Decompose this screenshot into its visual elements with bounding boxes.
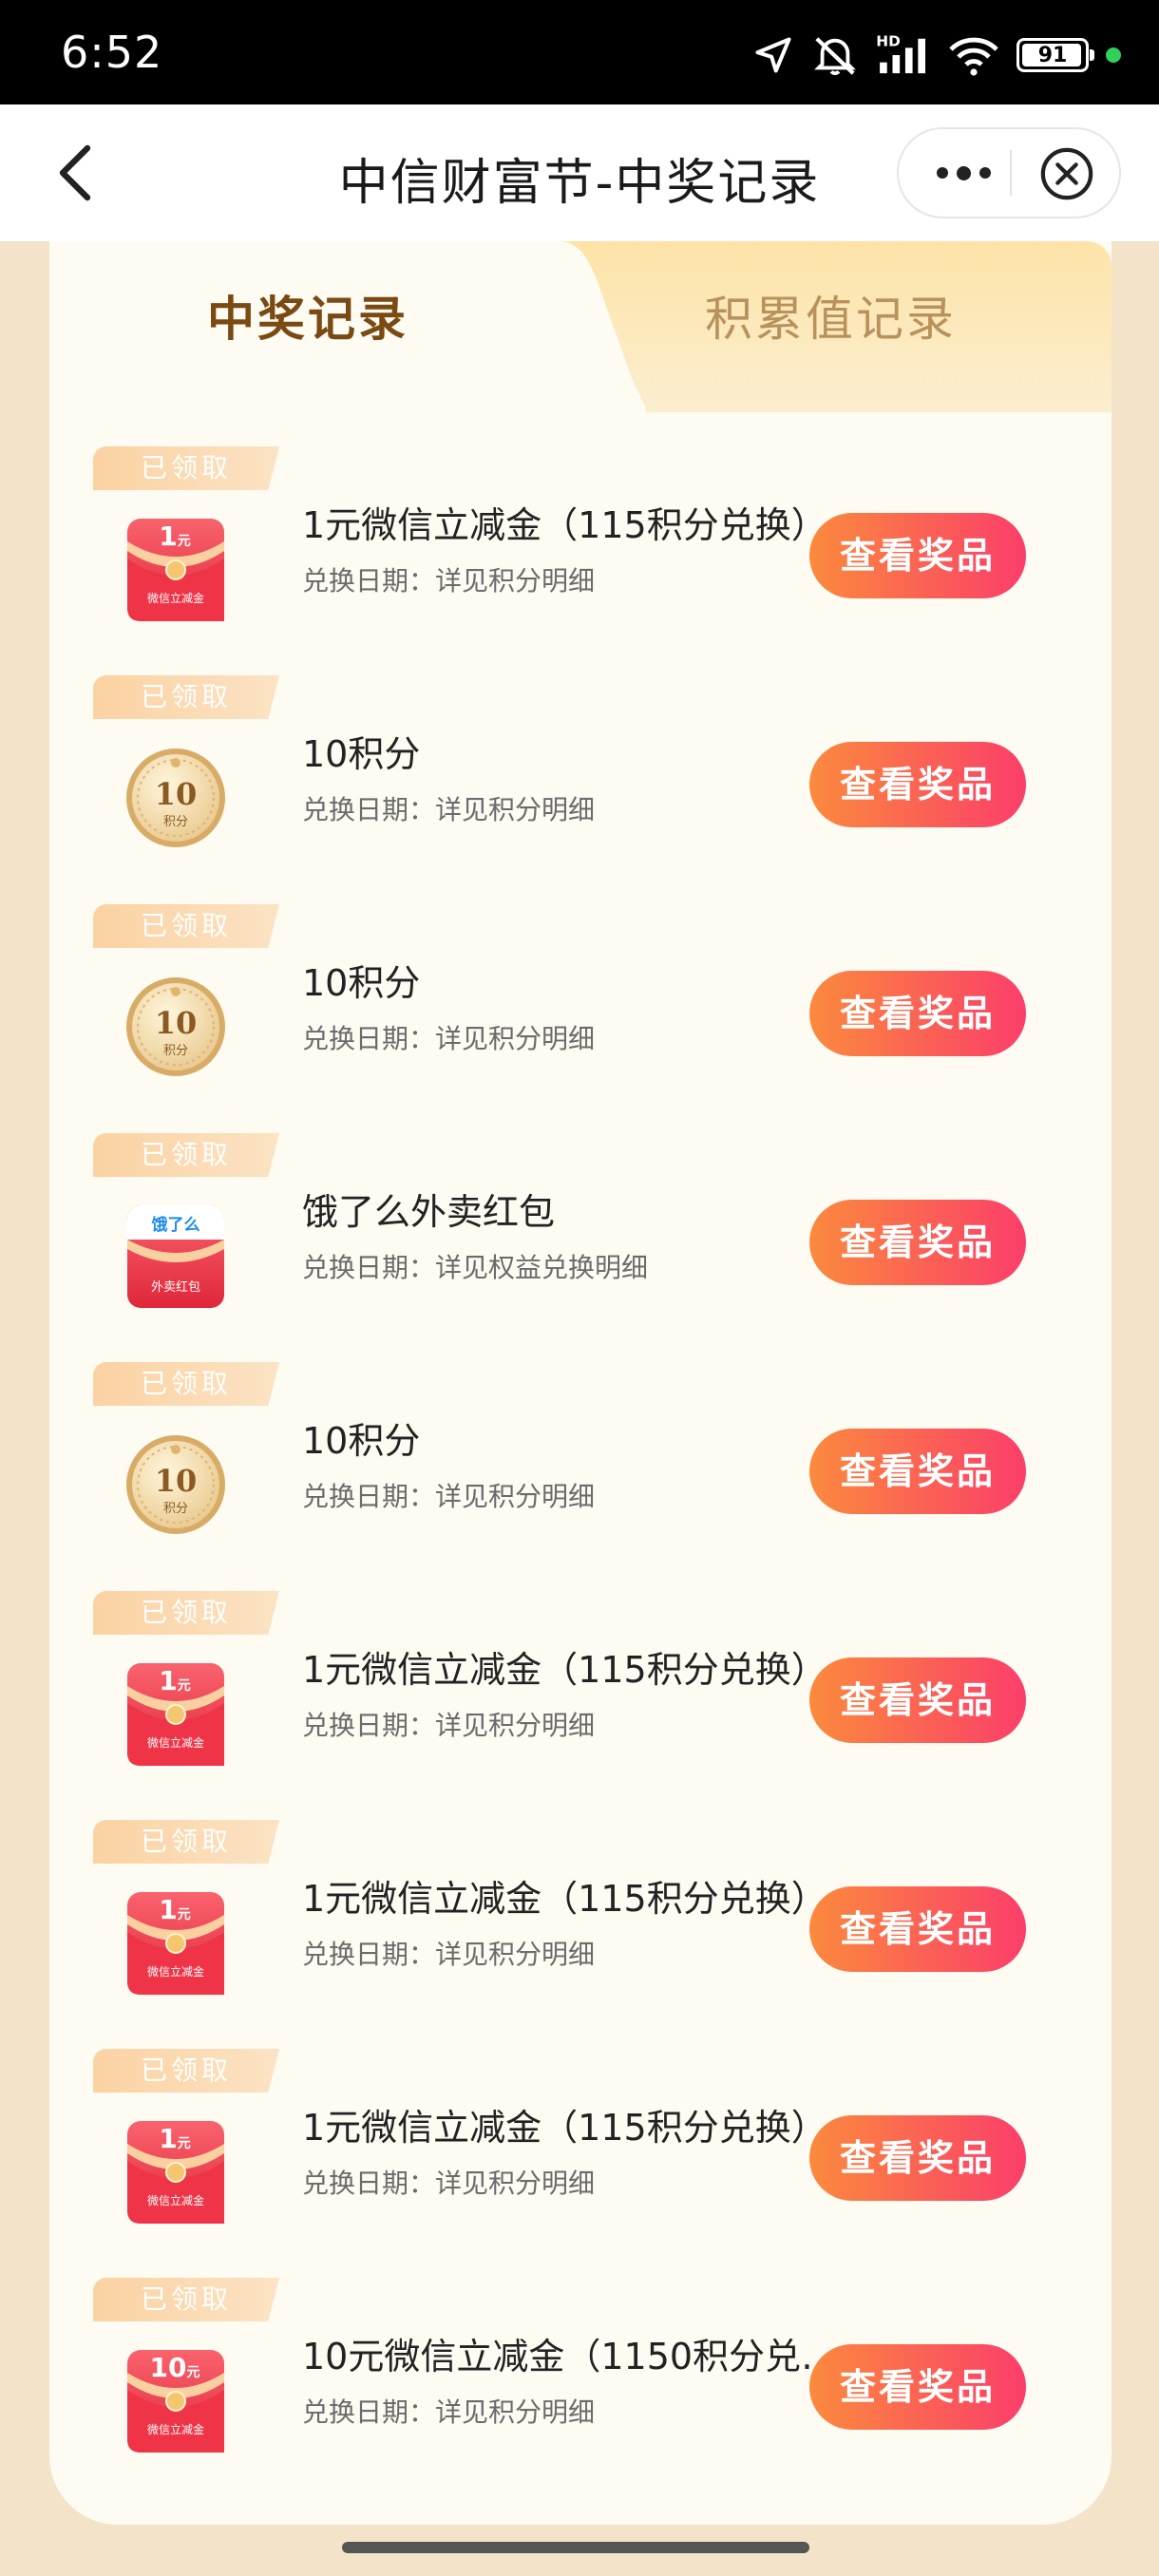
- status-icons: HD 91: [752, 28, 1121, 82]
- view-prize-button[interactable]: 查看奖品: [809, 513, 1026, 598]
- view-prize-button[interactable]: 查看奖品: [809, 1200, 1026, 1285]
- points-coin-icon: 10 积分: [124, 742, 228, 854]
- record-title: 10元微信立减金（1150积分兑换）: [302, 2336, 872, 2377]
- brand-logo-text: 饿了么: [151, 1215, 200, 1235]
- record-title: 1元微信立减金（115积分兑换）: [302, 504, 827, 546]
- more-menu-icon[interactable]: [923, 129, 1003, 217]
- prize-caption: 外卖红包: [151, 1279, 200, 1295]
- location-icon: [755, 37, 791, 73]
- wifi-icon: [949, 37, 998, 76]
- miniapp-capsule: [897, 127, 1121, 218]
- claimed-badge: 已领取: [93, 1133, 279, 1177]
- prize-unit: 元: [178, 2136, 191, 2151]
- record-date: 兑换日期：详见积分明细: [302, 2396, 596, 2428]
- record-date: 兑换日期：详见积分明细: [302, 565, 596, 597]
- claimed-badge: 已领取: [93, 1362, 279, 1406]
- network-hd-label: HD: [876, 33, 901, 49]
- record-row: 已领取 1元 微信立减金 1元微信立减金（115积分兑换） 兑换日期：详见积分明…: [49, 2049, 1112, 2278]
- prize-caption: 微信立减金: [147, 1735, 204, 1750]
- prize-caption: 积分: [163, 815, 188, 829]
- claimed-badge: 已领取: [93, 1591, 279, 1635]
- record-row: 已领取 10元 微信立减金 10元微信立减金（1150积分兑换） 兑换日期：详见…: [49, 2278, 1112, 2507]
- record-date: 兑换日期：详见积分明细: [302, 794, 596, 825]
- points-coin-icon: 10 积分: [124, 1429, 228, 1541]
- record-date: 兑换日期：详见积分明细: [302, 1710, 596, 1741]
- wechat-red-envelope-icon: 1元 微信立减金: [124, 2115, 228, 2227]
- cellular-signal-icon: HD: [876, 33, 925, 74]
- record-row: 已领取 饿了么 外卖红包 饿了么外卖红包 兑换日期：详见权益兑换明细 查看奖品: [49, 1133, 1112, 1362]
- prize-caption: 微信立减金: [147, 2193, 204, 2207]
- wechat-red-envelope-icon: 1元 微信立减金: [124, 1657, 228, 1770]
- view-prize-button[interactable]: 查看奖品: [809, 742, 1026, 827]
- view-prize-button[interactable]: 查看奖品: [809, 1886, 1026, 1972]
- close-icon[interactable]: [1039, 146, 1094, 201]
- prize-caption: 积分: [163, 1044, 188, 1058]
- wechat-red-envelope-icon: 10元 微信立减金: [124, 2344, 228, 2456]
- view-prize-button[interactable]: 查看奖品: [809, 971, 1026, 1056]
- prize-unit: 元: [178, 1907, 191, 1923]
- prize-caption: 微信立减金: [147, 591, 204, 605]
- claimed-badge: 已领取: [93, 904, 279, 948]
- points-coin-icon: 10 积分: [124, 971, 228, 1083]
- status-bar: 6:52 HD 91: [0, 0, 1159, 104]
- record-row: 已领取 10 积分 10积分 兑换日期：详见积分明细 查看奖品: [49, 675, 1112, 904]
- record-row: 已领取 10 积分 10积分 兑换日期：详见积分明细 查看奖品: [49, 904, 1112, 1133]
- record-title: 1元微信立减金（115积分兑换）: [302, 2107, 827, 2149]
- prize-unit: 元: [178, 1678, 191, 1694]
- record-date: 兑换日期：详见积分明细: [302, 1939, 596, 1970]
- record-row: 已领取 1元 微信立减金 1元微信立减金（115积分兑换） 兑换日期：详见积分明…: [49, 1591, 1112, 1820]
- capsule-divider: [1010, 150, 1012, 196]
- record-title: 1元微信立减金（115积分兑换）: [302, 1878, 827, 1920]
- claimed-badge: 已领取: [93, 2049, 279, 2093]
- eleme-red-envelope-icon: 饿了么 外卖红包: [124, 1200, 228, 1312]
- record-row: 已领取 10 积分 10积分 兑换日期：详见积分明细 查看奖品: [49, 1362, 1112, 1591]
- battery-level: 91: [1037, 43, 1068, 67]
- record-title: 10积分: [302, 962, 421, 1004]
- record-title: 1元微信立减金（115积分兑换）: [302, 1649, 827, 1691]
- prize-amount: 10: [155, 1463, 198, 1499]
- prize-caption: 微信立减金: [147, 1964, 204, 1979]
- nav-header: 中信财富节-中奖记录: [0, 104, 1159, 241]
- record-row: 已领取 1元 微信立减金 1元微信立减金（115积分兑换） 兑换日期：详见积分明…: [49, 1820, 1112, 2049]
- prize-unit: 元: [178, 534, 191, 549]
- claimed-badge: 已领取: [93, 2278, 279, 2321]
- battery-icon: 91: [1016, 38, 1094, 72]
- record-row: 已领取 1元 微信立减金 1元微信立减金（115积分兑换） 兑换日期：详见积分明…: [49, 446, 1112, 675]
- wechat-red-envelope-icon: 1元 微信立减金: [124, 513, 228, 625]
- view-prize-button[interactable]: 查看奖品: [809, 1657, 1026, 1743]
- record-title: 10积分: [302, 1420, 421, 1462]
- claimed-badge: 已领取: [93, 675, 279, 719]
- prize-caption: 微信立减金: [147, 2422, 204, 2436]
- claimed-badge: 已领取: [93, 1820, 279, 1864]
- record-date: 兑换日期：详见权益兑换明细: [302, 1252, 649, 1283]
- prize-amount: 10: [155, 776, 198, 812]
- prize-caption: 积分: [163, 1502, 188, 1516]
- tab-winning-records[interactable]: 中奖记录: [207, 281, 408, 350]
- tab-accumulated-records[interactable]: 积累值记录: [705, 281, 957, 350]
- record-title: 饿了么外卖红包: [302, 1191, 556, 1233]
- record-date: 兑换日期：详见积分明细: [302, 2168, 596, 2199]
- prize-amount: 10: [155, 1005, 198, 1041]
- view-prize-button[interactable]: 查看奖品: [809, 2115, 1026, 2201]
- wechat-red-envelope-icon: 1元 微信立减金: [124, 1886, 228, 1998]
- mute-bell-icon: [814, 37, 856, 76]
- view-prize-button[interactable]: 查看奖品: [809, 2344, 1026, 2430]
- record-date: 兑换日期：详见积分明细: [302, 1023, 596, 1054]
- home-indicator[interactable]: [342, 2542, 809, 2553]
- privacy-indicator-dot: [1106, 47, 1121, 63]
- status-time: 6:52: [61, 27, 163, 78]
- prize-unit: 元: [186, 2365, 200, 2380]
- record-date: 兑换日期：详见积分明细: [302, 1481, 596, 1512]
- record-title: 10积分: [302, 733, 421, 775]
- claimed-badge: 已领取: [93, 446, 279, 490]
- view-prize-button[interactable]: 查看奖品: [809, 1429, 1026, 1514]
